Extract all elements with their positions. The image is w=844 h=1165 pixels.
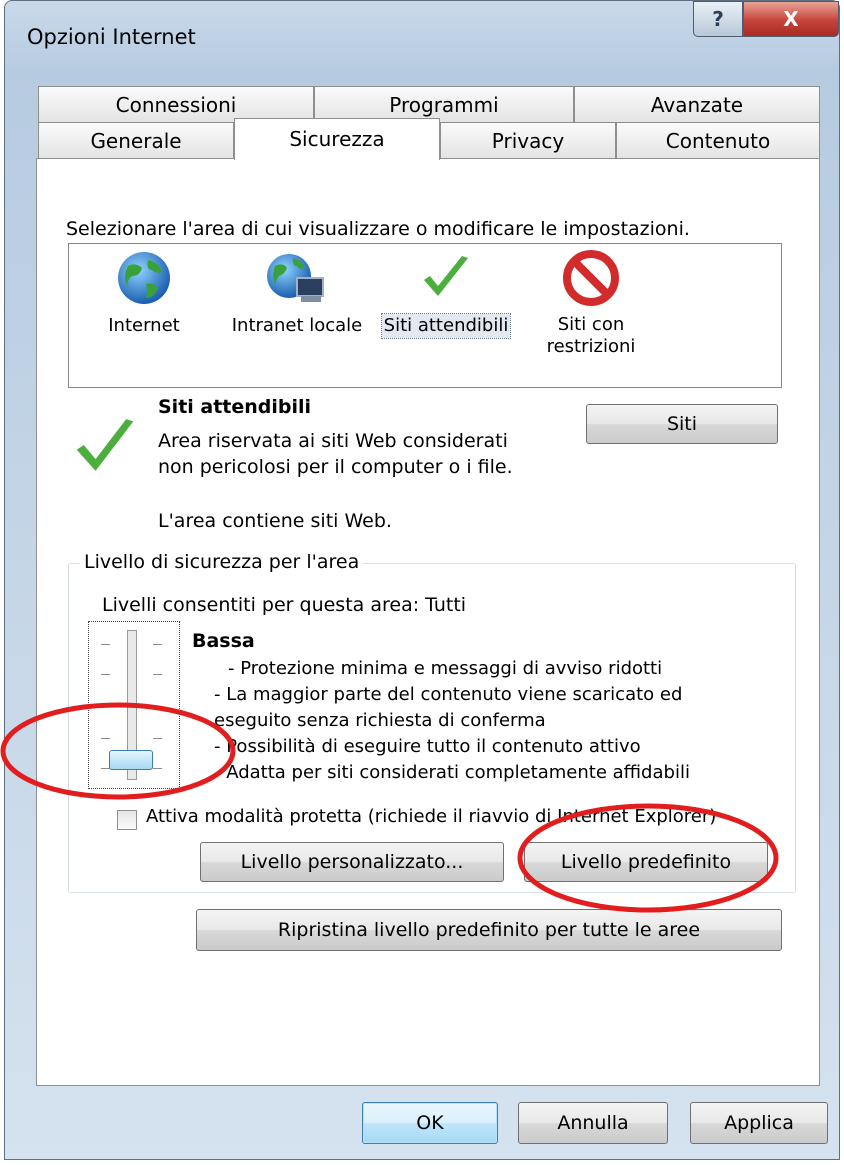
tab-generale[interactable]: Generale — [38, 122, 234, 159]
tab-connessioni[interactable]: Connessioni — [38, 86, 314, 122]
slider-tick — [101, 674, 110, 675]
selected-zone-contents: L'area contiene siti Web. — [158, 510, 392, 532]
globe-icon — [118, 252, 170, 304]
protected-mode-label[interactable]: Attiva modalità protetta (richiede il ri… — [146, 806, 716, 827]
slider-thumb[interactable] — [109, 750, 153, 770]
selected-zone-title: Siti attendibili — [158, 396, 312, 418]
level-bullet: - Possibilità di eseguire tutto il conte… — [214, 736, 641, 757]
green-checkmark-icon — [424, 256, 468, 296]
zone-siti-attendibili[interactable]: Siti attendibili — [377, 244, 515, 339]
default-level-button[interactable]: Livello predefinito — [524, 842, 768, 882]
zone-siti-con-restrizioni[interactable]: Siti con restrizioni — [531, 244, 651, 358]
zone-intranet-locale[interactable]: Intranet locale — [217, 244, 377, 338]
zone-internet[interactable]: Internet — [89, 244, 199, 338]
selected-zone-checkmark-icon — [76, 419, 134, 471]
apply-button[interactable]: Applica — [690, 1102, 828, 1144]
help-button[interactable]: ? — [693, 1, 743, 37]
security-level-slider[interactable] — [88, 621, 180, 789]
slider-tick — [153, 768, 162, 769]
zone-restrizioni-label-line2: restrizioni — [546, 336, 636, 357]
level-bullet: - Adatta per siti considerati completame… — [214, 762, 690, 783]
level-bullet: eseguito senza richiesta di conferma — [214, 710, 546, 731]
level-bullet: - La maggior parte del contenuto viene s… — [214, 684, 683, 705]
slider-tick — [153, 738, 162, 739]
security-level-legend: Livello di sicurezza per l'area — [80, 551, 364, 573]
ok-button[interactable]: OK — [362, 1102, 498, 1144]
zone-list: Internet Intranet locale Siti attendibil… — [68, 243, 782, 388]
zone-intranet-label: Intranet locale — [231, 315, 363, 336]
slider-tick — [101, 738, 110, 739]
window-title: Opzioni Internet — [27, 25, 196, 49]
zone-restrizioni-label: Siti con restrizioni — [545, 314, 638, 358]
cancel-button[interactable]: Annulla — [518, 1102, 668, 1144]
globe-network-icon — [267, 254, 324, 302]
slider-tick — [101, 706, 110, 707]
slider-tick — [153, 644, 162, 645]
tab-programmi[interactable]: Programmi — [314, 86, 574, 122]
allowed-levels-text: Livelli consentiti per questa area: Tutt… — [102, 594, 467, 616]
protected-mode-checkbox[interactable] — [117, 810, 137, 830]
tab-contenuto[interactable]: Contenuto — [616, 122, 820, 159]
zone-siti-attendibili-label: Siti attendibili — [380, 313, 512, 339]
slider-tick — [153, 706, 162, 707]
red-prohibited-icon — [563, 250, 619, 306]
custom-level-button[interactable]: Livello personalizzato... — [200, 842, 504, 882]
zone-restrizioni-label-line1: Siti con — [557, 314, 625, 335]
selected-zone-description-line1: Area riservata ai siti Web considerati — [158, 430, 508, 452]
zone-internet-label: Internet — [108, 315, 180, 336]
level-bullet: - Protezione minima e messaggi di avviso… — [228, 658, 663, 679]
zone-instruction: Selezionare l'area di cui visualizzare o… — [66, 218, 690, 240]
selected-zone-description-line2: non pericolosi per il computer o i file. — [158, 456, 513, 478]
tab-sicurezza[interactable]: Sicurezza — [234, 118, 440, 160]
security-level-name: Bassa — [192, 630, 255, 652]
tab-privacy[interactable]: Privacy — [440, 122, 616, 159]
slider-tick — [101, 644, 110, 645]
reset-all-zones-button[interactable]: Ripristina livello predefinito per tutte… — [196, 909, 782, 951]
tab-avanzate[interactable]: Avanzate — [574, 86, 820, 122]
slider-tick — [153, 674, 162, 675]
sites-button[interactable]: Siti — [586, 404, 778, 444]
close-button[interactable]: X — [743, 1, 839, 37]
